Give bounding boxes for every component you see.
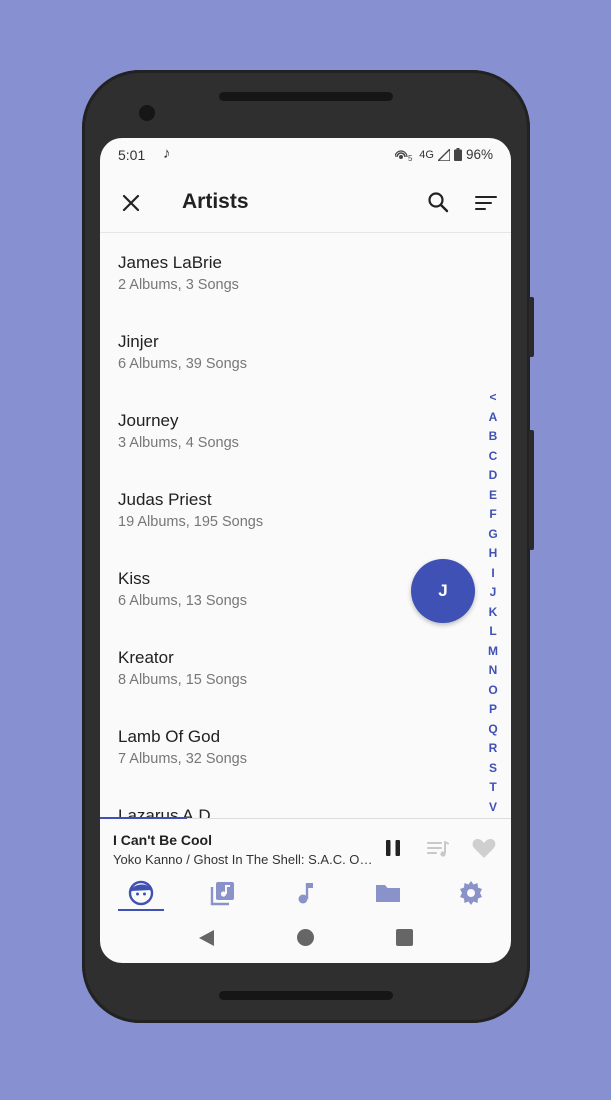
artist-stats: 8 Albums, 15 Songs: [118, 672, 247, 688]
recents-icon[interactable]: [396, 929, 413, 946]
speaker: [219, 92, 393, 101]
artist-stats: 3 Albums, 4 Songs: [118, 435, 239, 451]
alphabet-letter[interactable]: F: [484, 505, 502, 525]
now-playing-artist: Yoko Kanno / Ghost In The Shell: S.A.C. …: [113, 852, 373, 867]
system-navigation-bar: [100, 916, 511, 963]
artist-name: Kreator: [118, 648, 174, 667]
playback-progress: [100, 817, 187, 819]
page-title: Artists: [182, 190, 249, 213]
artist-name: James LaBrie: [118, 253, 222, 272]
artist-stats: 6 Albums, 13 Songs: [118, 593, 247, 609]
alphabet-letter[interactable]: Q: [484, 720, 502, 740]
volume-button: [529, 297, 534, 357]
close-icon[interactable]: [120, 192, 142, 214]
alphabet-letter[interactable]: V: [484, 798, 502, 818]
mini-player[interactable]: I Can't Be Cool Yoko Kanno / Ghost In Th…: [100, 817, 511, 875]
alphabet-letter[interactable]: B: [484, 427, 502, 447]
artist-name: Lamb Of God: [118, 727, 221, 746]
alphabet-letter[interactable]: K: [484, 603, 502, 623]
active-tab-indicator: [118, 909, 164, 911]
artist-stats: 6 Albums, 39 Songs: [118, 356, 247, 372]
network-type: 4G: [419, 148, 434, 161]
alphabet-letter[interactable]: C: [484, 447, 502, 467]
artist-name: Judas Priest: [118, 490, 212, 509]
back-icon[interactable]: [198, 929, 215, 947]
alphabet-letter[interactable]: <: [484, 388, 502, 408]
alphabet-letter[interactable]: E: [484, 486, 502, 506]
list-item[interactable]: Journey 3 Albums, 4 Songs: [100, 391, 480, 470]
speaker-bottom: [219, 991, 393, 1000]
queue-icon[interactable]: [426, 837, 450, 861]
alphabet-letter[interactable]: S: [484, 759, 502, 779]
artist-icon[interactable]: [128, 880, 154, 906]
alphabet-letter[interactable]: A: [484, 408, 502, 428]
battery-level: 96%: [465, 147, 493, 162]
list-item[interactable]: Jinjer 6 Albums, 39 Songs: [100, 312, 480, 391]
status-bar: 5:01 ♪ 5 4G 96%: [100, 138, 511, 172]
status-time: 5:01: [118, 147, 146, 163]
artist-name: Journey: [118, 411, 179, 430]
music-note-icon: ♪: [163, 145, 171, 162]
artist-name: Kiss: [118, 569, 151, 588]
song-icon[interactable]: [293, 880, 319, 906]
settings-icon[interactable]: [458, 880, 484, 906]
section-letter-bubble: J: [411, 559, 475, 623]
alphabet-letter[interactable]: M: [484, 642, 502, 662]
artist-stats: 2 Albums, 3 Songs: [118, 277, 239, 293]
power-button: [529, 430, 534, 550]
alphabet-letter[interactable]: P: [484, 700, 502, 720]
bottom-navigation: [100, 875, 511, 915]
alphabet-letter[interactable]: R: [484, 739, 502, 759]
sort-icon[interactable]: [474, 192, 498, 216]
artist-list[interactable]: James LaBrie 2 Albums, 3 Songs Jinjer 6 …: [100, 233, 511, 818]
list-item[interactable]: Lamb Of God 7 Albums, 32 Songs: [100, 707, 480, 786]
alphabet-letter[interactable]: I: [484, 564, 502, 584]
status-indicators: 5 4G 96%: [395, 147, 493, 162]
list-item[interactable]: Judas Priest 19 Albums, 195 Songs: [100, 470, 480, 549]
screen: 5:01 ♪ 5 4G 96% Artists James LaBrie 2 A…: [100, 138, 511, 963]
search-icon[interactable]: [426, 190, 450, 214]
list-item[interactable]: James LaBrie 2 Albums, 3 Songs: [100, 233, 480, 312]
alphabet-letter[interactable]: L: [484, 622, 502, 642]
artist-stats: 7 Albums, 32 Songs: [118, 751, 247, 767]
signal-icon: [437, 148, 450, 161]
pause-icon[interactable]: [382, 837, 404, 859]
heart-icon[interactable]: [471, 836, 497, 860]
artist-stats: 19 Albums, 195 Songs: [118, 514, 264, 530]
album-icon[interactable]: [210, 880, 236, 906]
alphabet-letter[interactable]: J: [484, 583, 502, 603]
list-item[interactable]: Lazarus A.D: [100, 786, 480, 818]
list-item[interactable]: Kreator 8 Albums, 15 Songs: [100, 628, 480, 707]
folder-icon[interactable]: [375, 880, 401, 906]
alphabet-letter[interactable]: O: [484, 681, 502, 701]
toolbar: Artists: [100, 172, 511, 233]
battery-icon: [453, 148, 462, 161]
alphabet-letter[interactable]: T: [484, 778, 502, 798]
hotspot-icon: 5: [395, 149, 413, 162]
alphabet-letter[interactable]: G: [484, 525, 502, 545]
alphabet-letter[interactable]: D: [484, 466, 502, 486]
svg-text:5: 5: [408, 154, 413, 162]
now-playing-title: I Can't Be Cool: [113, 832, 212, 848]
artist-name: Jinjer: [118, 332, 159, 351]
alphabet-letter[interactable]: N: [484, 661, 502, 681]
home-icon[interactable]: [297, 929, 314, 946]
camera: [139, 105, 155, 121]
alphabet-scroller[interactable]: < A B C D E F G H I J K L M N O P Q R S …: [484, 388, 502, 818]
alphabet-letter[interactable]: H: [484, 544, 502, 564]
